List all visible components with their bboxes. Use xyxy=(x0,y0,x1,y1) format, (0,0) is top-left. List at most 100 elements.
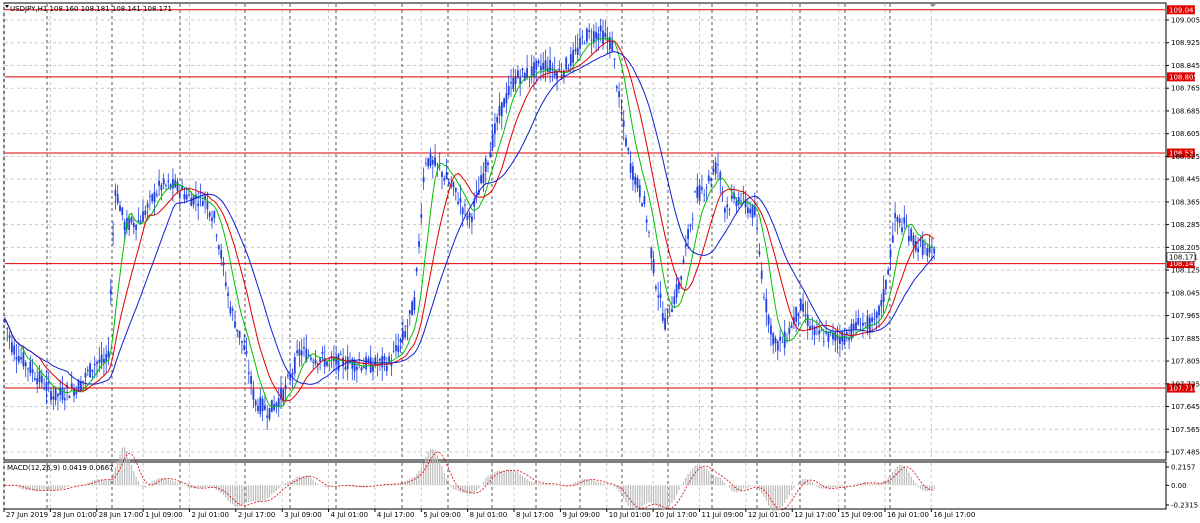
candle-body xyxy=(521,68,524,71)
candle-body xyxy=(933,248,936,254)
time-label: 11 Jul 09:00 xyxy=(702,511,744,519)
candle-body xyxy=(50,391,52,401)
candle-body xyxy=(714,162,717,174)
candle-body xyxy=(615,86,618,89)
candle-body xyxy=(415,268,418,272)
time-label: 10 Jul 01:00 xyxy=(609,511,651,519)
candle-body xyxy=(592,31,595,43)
candle-body xyxy=(43,388,45,390)
candle-body xyxy=(579,37,581,49)
candle-body xyxy=(132,222,135,227)
candle-body xyxy=(664,317,666,330)
candle-body xyxy=(772,333,775,345)
candle-body xyxy=(427,158,430,167)
chart-title: USDJPY,H1 108.160 108.181 108.141 108.17… xyxy=(10,5,172,13)
candle-body xyxy=(213,211,216,219)
candle-body xyxy=(889,249,892,257)
candle-body xyxy=(756,227,758,230)
candle-body xyxy=(34,378,36,380)
candle-body xyxy=(586,28,588,42)
price-label: 107.565 xyxy=(1171,426,1200,434)
chart-window[interactable]: 109.041 108.805 108.537 108.148 107.710 108.1… xyxy=(0,0,1200,523)
candle-body xyxy=(767,315,770,325)
chart-canvas[interactable]: 109.041108.805108.537108.148107.710108.1… xyxy=(0,0,1200,523)
candle-body xyxy=(344,367,347,370)
candle-body xyxy=(494,123,496,134)
candle-body xyxy=(558,68,561,71)
candle-body xyxy=(661,312,664,321)
candle-body xyxy=(464,204,466,206)
candle-body xyxy=(673,296,676,305)
candle-body xyxy=(581,36,584,38)
macd-title: MACD(12,26,9) 0.0419 0.0667 xyxy=(7,464,114,472)
candle-body xyxy=(781,342,784,343)
candle-body xyxy=(167,180,170,183)
candle-body xyxy=(153,191,156,202)
candle-body xyxy=(569,54,572,66)
candle-body xyxy=(22,352,25,367)
candle-body xyxy=(489,151,492,158)
candle-body xyxy=(779,336,781,341)
candle-body xyxy=(172,179,174,189)
candle-body xyxy=(878,305,880,316)
candle-body xyxy=(659,293,662,299)
time-label: 1 Jul 09:00 xyxy=(145,511,183,519)
candle-body xyxy=(339,354,342,356)
candle-body xyxy=(459,198,462,203)
candle-body xyxy=(52,396,55,400)
candle-body xyxy=(38,371,41,382)
candle-body xyxy=(689,225,692,227)
candle-body xyxy=(857,317,860,325)
candle-body xyxy=(912,235,915,246)
candle-body xyxy=(356,366,358,370)
candle-body xyxy=(310,357,312,360)
candle-body xyxy=(63,398,66,401)
candle-body xyxy=(84,372,87,378)
candle-body xyxy=(730,195,733,199)
candle-body xyxy=(790,325,793,328)
candle-body xyxy=(629,163,632,173)
candle-body xyxy=(510,82,512,84)
candle-body xyxy=(770,325,772,335)
candle-body xyxy=(514,76,517,85)
time-label: 12 Jul 17:00 xyxy=(794,511,836,519)
candle-body xyxy=(668,315,671,317)
candle-body xyxy=(818,330,821,335)
candle-body xyxy=(926,248,929,257)
candle-body xyxy=(190,197,193,207)
candle-body xyxy=(137,220,140,222)
candle-body xyxy=(399,338,402,342)
price-label: 107.645 xyxy=(1171,403,1200,411)
macd-label: -0.2315 xyxy=(1171,502,1198,510)
candle-body xyxy=(917,248,919,252)
candle-body xyxy=(236,329,239,332)
candle-body xyxy=(680,276,683,280)
candle-body xyxy=(634,176,637,185)
candle-body xyxy=(20,357,22,360)
candle-body xyxy=(420,214,423,219)
candle-body xyxy=(303,346,305,349)
candle-body xyxy=(229,306,232,314)
candle-body xyxy=(105,354,108,362)
candle-body xyxy=(625,138,627,147)
candle-body xyxy=(59,387,62,396)
candle-body xyxy=(413,297,416,311)
candle-body xyxy=(379,358,381,361)
candle-body xyxy=(116,194,119,203)
candle-body xyxy=(15,357,18,360)
price-label: 109.005 xyxy=(1171,17,1200,25)
candle-body xyxy=(751,205,754,218)
candle-body xyxy=(908,235,910,242)
candle-body xyxy=(574,49,577,52)
candle-body xyxy=(443,178,446,181)
candle-body xyxy=(326,361,328,366)
candle-body xyxy=(293,357,296,374)
candle-body xyxy=(291,372,294,376)
candle-body xyxy=(788,327,791,334)
candle-body xyxy=(758,251,761,255)
candle-body xyxy=(880,300,883,307)
candle-body xyxy=(701,187,703,190)
time-label: 8 Jul 17:00 xyxy=(516,511,554,519)
price-label: 108.365 xyxy=(1171,198,1200,206)
candle-body xyxy=(898,218,901,223)
